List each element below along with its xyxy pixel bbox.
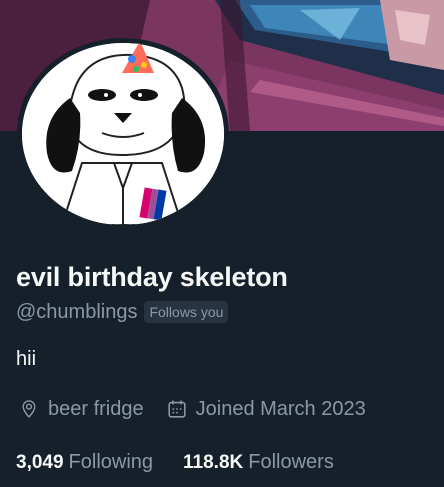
follows-you-badge: Follows you: [144, 301, 229, 323]
display-name: evil birthday skeleton: [16, 262, 288, 292]
follow-stats: 3,049 Following 118.8K Followers: [16, 449, 364, 475]
avatar[interactable]: [22, 43, 224, 225]
handle-row: @chumblings Follows you: [16, 299, 229, 325]
profile-bio: hii: [16, 348, 37, 370]
location-text: beer fridge: [48, 397, 144, 420]
calendar-icon: [168, 400, 186, 418]
following-link[interactable]: 3,049 Following: [16, 451, 153, 474]
joined-date-text: Joined March 2023: [195, 397, 366, 420]
profile-meta: beer fridge Joined March 2023: [18, 396, 388, 422]
username-handle: @chumblings: [16, 300, 138, 323]
location-pin-icon: [22, 400, 36, 418]
following-label: Following: [68, 450, 154, 473]
joined-item: Joined March 2023: [166, 398, 366, 421]
followers-count: 118.8K: [183, 451, 244, 473]
location-item: beer fridge: [18, 398, 144, 421]
following-count: 3,049: [16, 451, 64, 473]
followers-link[interactable]: 118.8K Followers: [183, 451, 334, 474]
followers-label: Followers: [248, 450, 334, 473]
